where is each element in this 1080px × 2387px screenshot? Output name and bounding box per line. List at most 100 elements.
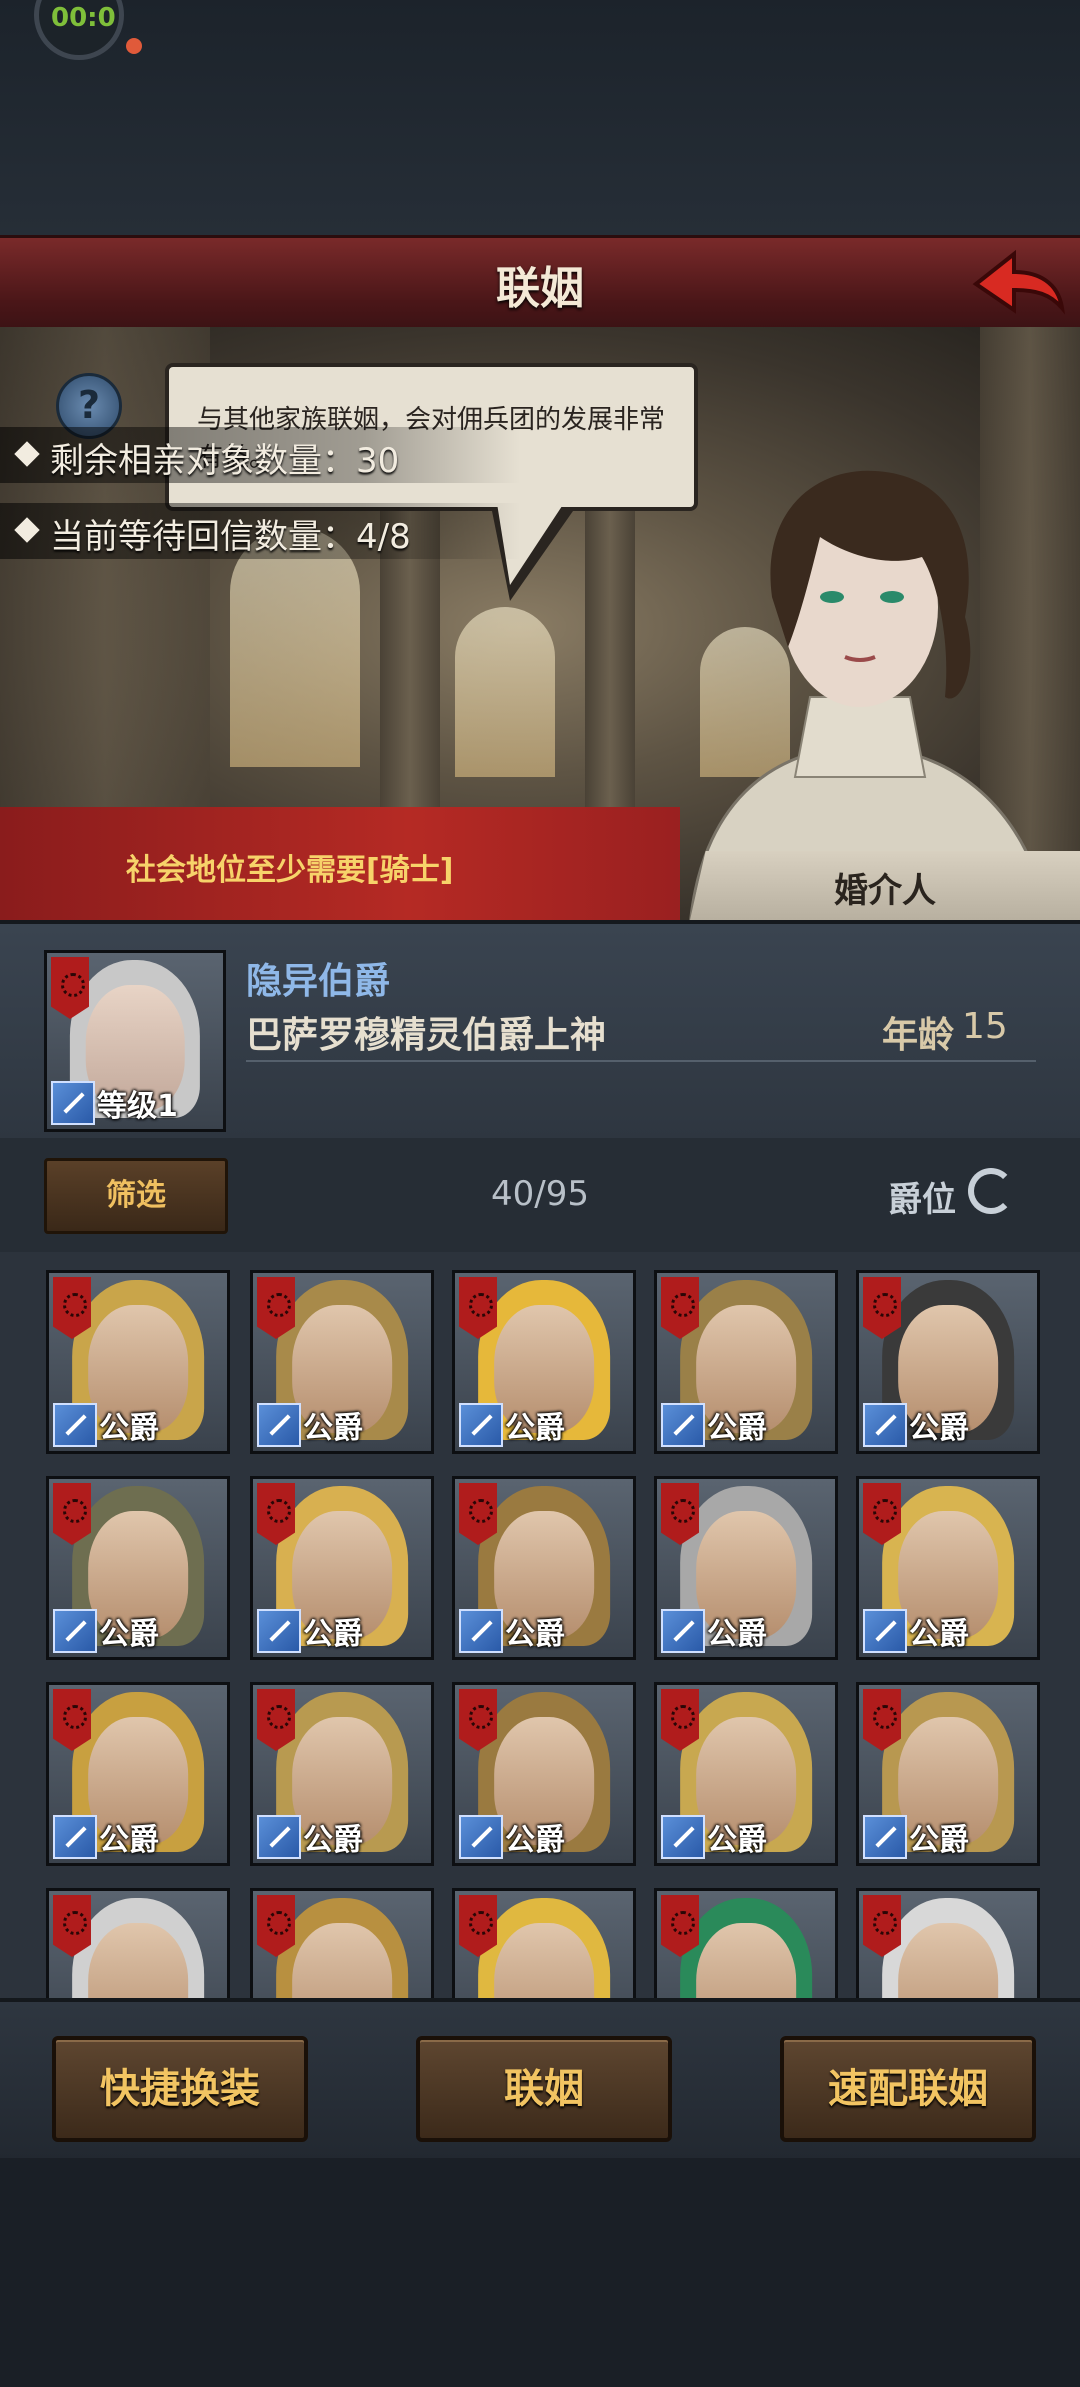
matchmaker-tab[interactable]: 婚介人 [690,851,1080,920]
bullet-icon [14,441,40,467]
candidate-card[interactable]: 公爵 [452,1270,636,1454]
quick-outfit-button[interactable]: 快捷换装 [52,2036,308,2142]
candidate-card[interactable]: 公爵 [46,1682,230,1866]
candidate-rank: 公爵 [99,1411,159,1446]
page-title: 联姻 [496,263,584,314]
remaining-count-row: 剩余相亲对象数量：30 [0,427,520,483]
marriage-scene: ? 与其他家族联姻，会对佣兵团的发展非常有益。 剩余相亲对象数量：30 当前等待… [0,327,1080,920]
house-flag-icon [661,1895,699,1957]
house-flag-icon [661,1277,699,1339]
house-flag-icon [863,1277,901,1339]
house-flag-icon [257,1277,295,1339]
house-flag-icon [661,1483,699,1545]
candidate-card[interactable]: 公爵 [46,1270,230,1454]
quick-match-button[interactable]: 速配联姻 [780,2036,1036,2142]
candidate-rank: 公爵 [707,1823,767,1858]
sword-icon [53,1609,97,1653]
candidate-card[interactable] [46,1888,230,1998]
house-flag-icon [459,1895,497,1957]
candidate-rank: 公爵 [505,1823,565,1858]
matchmaker-label: 婚介人 [834,871,936,911]
candidate-card[interactable] [452,1888,636,1998]
house-flag-icon [459,1277,497,1339]
refresh-icon[interactable] [968,1168,1014,1214]
pending-count-row: 当前等待回信数量：4/8 [0,503,520,559]
window [455,607,555,777]
house-flag-icon [863,1483,901,1545]
candidate-rank: 公爵 [99,1617,159,1652]
candidate-rank: 公爵 [99,1823,159,1858]
action-bar: 快捷换装 联姻 速配联姻 [0,1998,1080,2162]
matchmaker-portrait [689,470,1051,920]
house-flag-icon [51,957,89,1019]
house-flag-icon [863,1895,901,1957]
candidate-rank: 公爵 [505,1617,565,1652]
candidate-rank: 公爵 [909,1823,969,1858]
player-title: 隐异伯爵 [246,961,391,1002]
candidate-card[interactable] [654,1888,838,1998]
sword-icon [51,1081,95,1125]
sword-icon [661,1609,705,1653]
sword-icon [257,1815,301,1859]
house-flag-icon [53,1483,91,1545]
candidate-card[interactable]: 公爵 [250,1270,434,1454]
player-panel: 等级1 隐异伯爵 巴萨罗穆精灵伯爵上神 年龄 15 [0,920,1080,1146]
remaining-count-text: 剩余相亲对象数量：30 [50,441,400,481]
divider [246,1060,1036,1062]
sword-icon [863,1609,907,1653]
timer-badge[interactable]: 00:0 [34,0,124,60]
house-flag-icon [257,1483,295,1545]
house-flag-icon [863,1689,901,1751]
house-flag-icon [661,1689,699,1751]
bottom-background [0,2158,1080,2387]
sword-icon [257,1609,301,1653]
candidate-card[interactable]: 公爵 [654,1270,838,1454]
bullet-icon [14,517,40,543]
house-flag-icon [459,1483,497,1545]
candidate-grid: 公爵 公爵 公爵 公爵 公爵 公爵 公爵 公爵 公爵 公爵 公爵 公爵 公爵 公爵 公爵 [0,1252,1080,1998]
candidate-rank: 公爵 [707,1411,767,1446]
notification-dot [126,38,142,54]
candidate-card[interactable] [250,1888,434,1998]
sword-icon [459,1815,503,1859]
requirement-text: 社会地位至少需要[骑士] [126,853,454,888]
candidate-rank: 公爵 [707,1617,767,1652]
house-flag-icon [53,1689,91,1751]
candidate-rank: 公爵 [505,1411,565,1446]
player-portrait[interactable]: 等级1 [44,950,226,1132]
sword-icon [459,1609,503,1653]
sword-icon [459,1403,503,1447]
title-bar: 联姻 [0,235,1080,333]
sword-icon [53,1403,97,1447]
candidate-card[interactable]: 公爵 [46,1476,230,1660]
candidate-rank: 公爵 [303,1411,363,1446]
candidate-card[interactable]: 公爵 [654,1682,838,1866]
sword-icon [53,1815,97,1859]
candidate-card[interactable]: 公爵 [654,1476,838,1660]
sort-label[interactable]: 爵位 [888,1172,956,1221]
candidate-card[interactable]: 公爵 [250,1682,434,1866]
candidate-card[interactable]: 公爵 [452,1682,636,1866]
candidate-card[interactable]: 公爵 [856,1476,1040,1660]
player-level: 等级1 [97,1089,178,1124]
candidate-card[interactable]: 公爵 [856,1270,1040,1454]
candidate-card[interactable] [856,1888,1040,1998]
filter-bar: 筛选 40/95 爵位 [0,1138,1080,1256]
candidate-rank: 公爵 [303,1823,363,1858]
house-flag-icon [53,1895,91,1957]
back-arrow-icon[interactable] [968,246,1068,322]
player-name: 巴萨罗穆精灵伯爵上神 [246,1015,607,1056]
candidate-card[interactable]: 公爵 [452,1476,636,1660]
age-label: 年龄 [882,1015,955,1056]
house-flag-icon [257,1689,295,1751]
timer-badge-text: 00:0 [51,3,116,33]
house-flag-icon [53,1277,91,1339]
requirement-banner: 社会地位至少需要[骑士] [0,807,680,920]
candidate-card[interactable]: 公爵 [856,1682,1040,1866]
marry-button[interactable]: 联姻 [416,2036,672,2142]
sword-icon [661,1403,705,1447]
candidate-rank: 公爵 [909,1617,969,1652]
candidate-card[interactable]: 公爵 [250,1476,434,1660]
sword-icon [661,1815,705,1859]
candidate-rank: 公爵 [909,1411,969,1446]
